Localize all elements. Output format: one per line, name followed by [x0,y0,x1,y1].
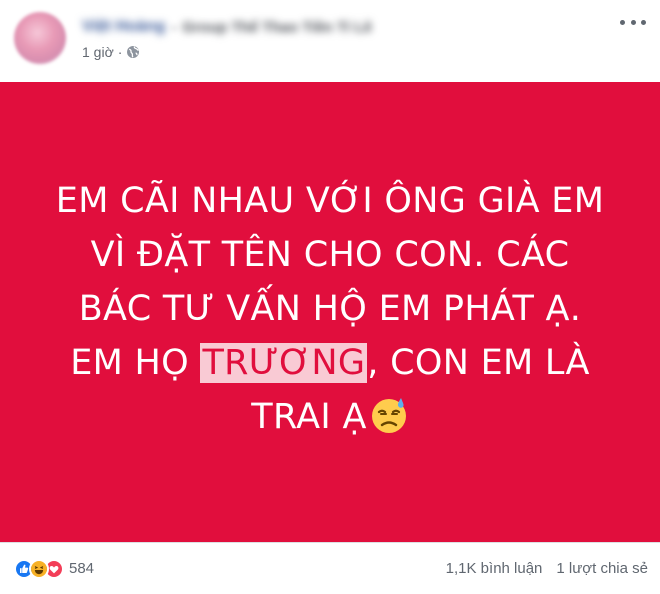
highlighted-word: TRƯƠNG [200,343,368,383]
facebook-post: Việt Hoàng › Group Thể Thao Tiền Tỉ Lê 1… [0,0,660,594]
author-name[interactable]: Việt Hoàng [82,18,165,36]
post-text-line: VÌ ĐẶT TÊN CHO CON. CÁC [90,235,570,275]
haha-icon [29,558,49,579]
post-text-fragment: TRAI Ạ [251,397,367,437]
post-meta: 1 giờ · [82,42,140,62]
globe-icon[interactable] [126,45,140,59]
author-avatar[interactable] [14,12,66,64]
post-footer: 584 1,1K bình luận 1 lượt chia sẻ [0,542,660,594]
group-name[interactable]: Group Thể Thao Tiền Tỉ Lê [182,19,372,36]
author-separator: › [171,18,177,36]
comments-count[interactable]: 1,1K bình luận [446,560,543,577]
downcast-sweat-face-icon [369,395,409,435]
reaction-count: 584 [69,560,95,577]
post-text-line: EM HỌ TRƯƠNG, CON EM LÀ [30,336,630,390]
post-header: Việt Hoàng › Group Thể Thao Tiền Tỉ Lê 1… [0,0,660,82]
reaction-summary[interactable]: 584 [14,558,95,579]
engagement-stats: 1,1K bình luận 1 lượt chia sẻ [446,560,648,577]
text-card: EM CÃI NHAU VỚI ÔNG GIÀ EM VÌ ĐẶT TÊN CH… [0,82,660,542]
post-time[interactable]: 1 giờ [82,44,114,60]
post-text-line: BÁC TƯ VẤN HỘ EM PHÁT Ạ. [78,289,582,329]
author-line: Việt Hoàng › Group Thể Thao Tiền Tỉ Lê [82,16,382,38]
post-text-fragment: EM HỌ [70,343,201,383]
post-text-line: TRAI Ạ [30,390,630,444]
meta-dot: · [117,44,123,60]
post-text-fragment: , CON EM LÀ [367,343,590,383]
shares-count[interactable]: 1 lượt chia sẻ [556,560,648,577]
post-text: EM CÃI NHAU VỚI ÔNG GIÀ EM VÌ ĐẶT TÊN CH… [30,174,630,444]
post-text-line: EM CÃI NHAU VỚI ÔNG GIÀ EM [55,181,605,221]
more-options-icon[interactable] [620,14,646,30]
